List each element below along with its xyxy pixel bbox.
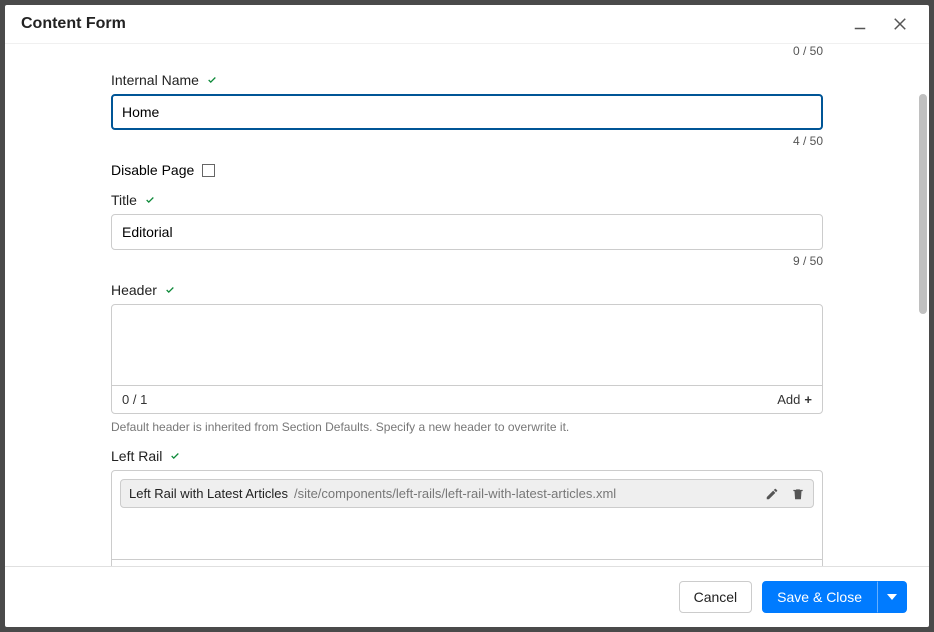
header-footer: 0 / 1 Add + [112, 385, 822, 413]
disable-page-checkbox[interactable] [202, 164, 215, 177]
header-add-button[interactable]: Add + [777, 392, 812, 407]
internal-name-input[interactable] [111, 94, 823, 130]
header-helper-text: Default header is inherited from Section… [111, 420, 823, 434]
header-counter: 0 / 1 [122, 392, 147, 407]
dialog-footer: Cancel Save & Close [5, 566, 929, 627]
save-close-button[interactable]: Save & Close [762, 581, 877, 613]
close-icon[interactable] [891, 15, 909, 33]
save-button-group: Save & Close [762, 581, 907, 613]
edit-icon[interactable] [765, 487, 779, 501]
header-dropzone[interactable]: 0 / 1 Add + [111, 304, 823, 414]
left-rail-label-text: Left Rail [111, 448, 162, 464]
internal-name-label-text: Internal Name [111, 72, 199, 88]
internal-name-counter: 4 / 50 [111, 134, 823, 148]
left-rail-section: Left Rail Left Rail with Latest Articles… [111, 448, 823, 566]
check-icon [205, 75, 219, 85]
caret-down-icon [887, 594, 897, 600]
internal-name-field: Internal Name 4 / 50 [111, 72, 823, 148]
check-icon [143, 195, 157, 205]
header-label-text: Header [111, 282, 157, 298]
disable-page-field: Disable Page [111, 162, 823, 178]
scrollbar-thumb[interactable] [919, 94, 927, 314]
delete-icon[interactable] [791, 487, 805, 501]
title-label-text: Title [111, 192, 137, 208]
header-label: Header [111, 282, 823, 298]
title-field: Title 9 / 50 [111, 192, 823, 268]
left-rail-drop-area[interactable]: Left Rail with Latest Articles /site/com… [112, 479, 822, 559]
form-panel: 0 / 50 Internal Name 4 / 50 Disable Page… [85, 44, 849, 566]
dialog-body[interactable]: 0 / 50 Internal Name 4 / 50 Disable Page… [5, 44, 929, 566]
header-drop-area[interactable] [112, 305, 822, 385]
left-rail-dropzone[interactable]: Left Rail with Latest Articles /site/com… [111, 470, 823, 566]
disable-page-label: Disable Page [111, 162, 194, 178]
internal-name-label: Internal Name [111, 72, 823, 88]
header-section: Header 0 / 1 Add + Default header is inh… [111, 282, 823, 434]
save-dropdown-button[interactable] [877, 581, 907, 613]
title-label: Title [111, 192, 823, 208]
left-rail-item[interactable]: Left Rail with Latest Articles /site/com… [120, 479, 814, 508]
cancel-button[interactable]: Cancel [679, 581, 753, 613]
left-rail-item-path: /site/components/left-rails/left-rail-wi… [294, 486, 616, 501]
content-form-dialog: Content Form 0 / 50 Internal Name 4 / 50 [5, 5, 929, 627]
dialog-header: Content Form [5, 5, 929, 44]
dialog-header-actions [851, 15, 909, 33]
check-icon [168, 451, 182, 461]
prev-field-counter: 0 / 50 [111, 44, 823, 58]
left-rail-label: Left Rail [111, 448, 823, 464]
left-rail-item-actions [765, 487, 805, 501]
title-input[interactable] [111, 214, 823, 250]
dialog-title: Content Form [21, 15, 126, 33]
minimize-icon[interactable] [851, 15, 869, 33]
check-icon [163, 285, 177, 295]
left-rail-footer: 1 / 1 Add + [112, 559, 822, 566]
left-rail-item-name: Left Rail with Latest Articles [129, 486, 288, 501]
title-counter: 9 / 50 [111, 254, 823, 268]
plus-icon: + [804, 392, 812, 407]
header-add-label: Add [777, 392, 800, 407]
